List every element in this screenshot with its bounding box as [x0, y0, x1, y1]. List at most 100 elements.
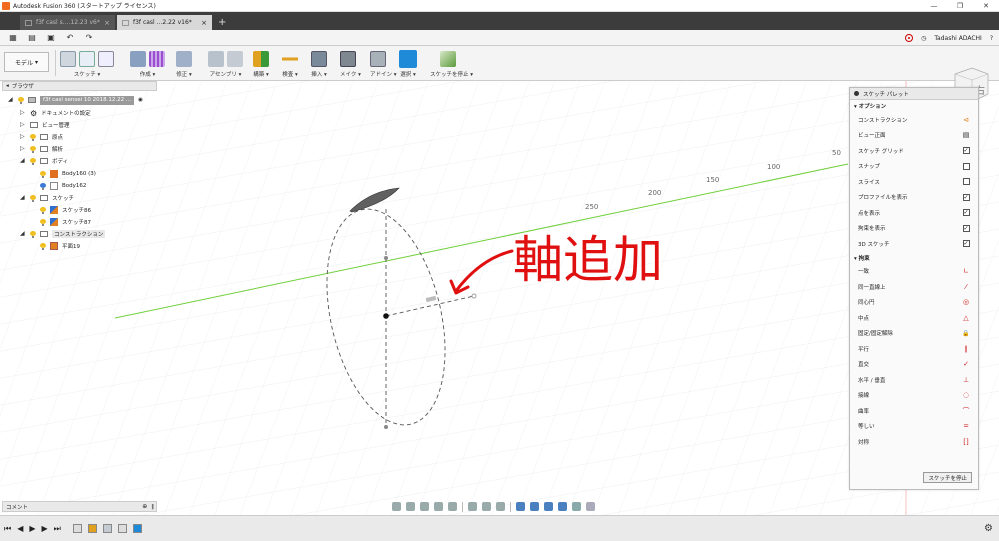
ellipse-point[interactable]	[471, 293, 477, 299]
tab-document-2[interactable]: f3f casl ...2.22 v16* ×	[117, 15, 212, 30]
option-row[interactable]: スナップ	[850, 159, 978, 175]
comments-panel[interactable]: コメント ⊕ ‖	[2, 501, 157, 512]
parallel-icon[interactable]: ∥	[962, 345, 970, 353]
view-cube-icon[interactable]	[558, 502, 567, 511]
help-icon[interactable]: ?	[990, 35, 993, 42]
fit-icon[interactable]	[448, 502, 457, 511]
constraint-row[interactable]: 一致 ∟	[850, 264, 978, 280]
stop-sketch-button[interactable]: スケッチを停止	[923, 472, 972, 483]
activate-radio-icon[interactable]: ◉	[138, 97, 143, 103]
new-component-icon[interactable]	[208, 51, 224, 67]
select-cursor-icon[interactable]	[399, 50, 417, 68]
visibility-bulb-icon[interactable]	[40, 206, 46, 214]
constraint-row[interactable]: 直交 ✓	[850, 357, 978, 373]
view-cube-icon[interactable]	[572, 502, 581, 511]
option-row[interactable]: ビュー正面 ▤	[850, 128, 978, 144]
perpendicular-icon[interactable]: ✓	[962, 360, 970, 368]
look-at-icon[interactable]	[406, 502, 415, 511]
constraint-row[interactable]: 中点 △	[850, 310, 978, 326]
expand-icon[interactable]: ▷	[20, 122, 26, 128]
browser-item[interactable]: スケッチ87	[40, 216, 91, 228]
visibility-bulb-icon[interactable]	[30, 230, 36, 238]
browser-item[interactable]: ◢ ボディ	[20, 155, 68, 167]
line-icon[interactable]	[79, 51, 95, 67]
timeline-feature-icon[interactable]	[72, 524, 82, 533]
horizontal-vertical-icon[interactable]: ⊥	[962, 376, 970, 384]
tangent-icon[interactable]: ◌	[962, 391, 970, 399]
add-comment-icon[interactable]: ⊕	[142, 503, 147, 510]
insert-group[interactable]: 挿入 ▾	[311, 49, 327, 79]
coincident-icon[interactable]: ∟	[962, 267, 970, 275]
stop-sketch-group[interactable]: スケッチを停止 ▾	[430, 49, 473, 79]
construction-icon[interactable]: ⊲	[962, 116, 970, 124]
extrude-icon[interactable]	[130, 51, 146, 67]
view-cube-icon[interactable]	[516, 502, 525, 511]
expand-icon[interactable]: ▷	[20, 110, 26, 116]
option-row[interactable]: スケッチ グリッド ✓	[850, 143, 978, 159]
sketch-grid-checkbox[interactable]: ✓	[962, 147, 970, 155]
timeline-feature-icon[interactable]	[132, 524, 142, 533]
press-pull-icon[interactable]	[176, 51, 192, 67]
slice-checkbox[interactable]	[962, 178, 970, 186]
browser-item[interactable]: ▷ 解析	[20, 143, 63, 155]
sketch-group[interactable]: スケッチ ▾	[60, 49, 114, 79]
step-forward-icon[interactable]: ▶	[42, 524, 48, 533]
browser-item[interactable]: スケッチ86	[40, 204, 91, 216]
gear-icon[interactable]: ⚙	[984, 523, 993, 534]
constraint-row[interactable]: 固定/固定解除 🔒	[850, 326, 978, 342]
collapse-icon[interactable]: ◢	[8, 97, 14, 103]
browser-item[interactable]: ◢ スケッチ	[20, 192, 74, 204]
visibility-bulb-icon[interactable]	[30, 157, 36, 165]
grid-settings-icon[interactable]	[482, 502, 491, 511]
constraint-row[interactable]: 同心円 ◎	[850, 295, 978, 311]
construct-group[interactable]: 構築 ▾	[253, 49, 269, 79]
user-name[interactable]: Tadashi ADACHI	[934, 35, 981, 42]
close-icon[interactable]: ×	[104, 19, 110, 27]
inspect-group[interactable]: 検査 ▾	[282, 49, 298, 79]
constraints-header[interactable]: ▾ 拘束	[850, 252, 978, 264]
collapse-icon[interactable]: ◢	[20, 158, 26, 164]
redo-icon[interactable]: ↷	[83, 33, 95, 43]
view-cube-icon[interactable]	[530, 502, 539, 511]
play-icon[interactable]: ▶	[29, 524, 35, 533]
center-point[interactable]	[383, 313, 389, 319]
3d-sketch-checkbox[interactable]: ✓	[962, 240, 970, 248]
symmetry-icon[interactable]: []	[962, 438, 970, 446]
timeline-feature-icon[interactable]	[117, 524, 127, 533]
file-menu-icon[interactable]: ▤	[26, 33, 38, 43]
visibility-bulb-icon[interactable]	[30, 145, 36, 153]
browser-item[interactable]: Body162	[40, 180, 86, 192]
option-row[interactable]: プロファイルを表示 ✓	[850, 190, 978, 206]
assemble-group[interactable]: アセンブリ ▾	[208, 49, 243, 79]
options-header[interactable]: ▾ オプション	[850, 100, 978, 112]
browser-item[interactable]: ▷ ⚙ ドキュメントの設定	[20, 107, 91, 119]
stop-sketch-icon[interactable]	[440, 51, 456, 67]
save-icon[interactable]: ▣	[45, 33, 57, 43]
select-group[interactable]: 選択 ▾	[399, 49, 417, 79]
go-to-end-icon[interactable]: ⏭	[54, 524, 61, 534]
collapse-icon[interactable]: ◢	[20, 231, 26, 237]
browser-root[interactable]: ◢ f3f casl sensei 10 2018.12.22 ... ◉	[8, 94, 143, 106]
expand-icon[interactable]: ▷	[20, 134, 26, 140]
ellipse-point[interactable]	[384, 425, 388, 429]
midpoint-icon[interactable]: △	[962, 314, 970, 322]
rectangle-icon[interactable]	[98, 51, 114, 67]
equal-icon[interactable]: =	[962, 422, 970, 430]
maximize-button[interactable]: ❐	[947, 0, 973, 12]
option-row[interactable]: 点を表示 ✓	[850, 205, 978, 221]
orbit-icon[interactable]	[392, 502, 401, 511]
constraint-row[interactable]: 同一直線上 ⁄	[850, 279, 978, 295]
new-tab-icon[interactable]: +	[218, 17, 226, 28]
zoom-icon[interactable]	[434, 502, 443, 511]
workspace-selector[interactable]: モデル ▾	[4, 52, 49, 72]
visibility-bulb-icon[interactable]	[40, 218, 46, 226]
modify-group[interactable]: 修正 ▾	[176, 49, 192, 79]
constraint-row[interactable]: 接線 ◌	[850, 388, 978, 404]
step-back-icon[interactable]: ◀	[17, 524, 23, 533]
viewports-icon[interactable]	[496, 502, 505, 511]
make-group[interactable]: メイク ▾	[340, 49, 361, 79]
timeline-feature-icon[interactable]	[102, 524, 112, 533]
display-settings-icon[interactable]	[468, 502, 477, 511]
joint-icon[interactable]	[227, 51, 243, 67]
view-cube-icon[interactable]	[544, 502, 553, 511]
